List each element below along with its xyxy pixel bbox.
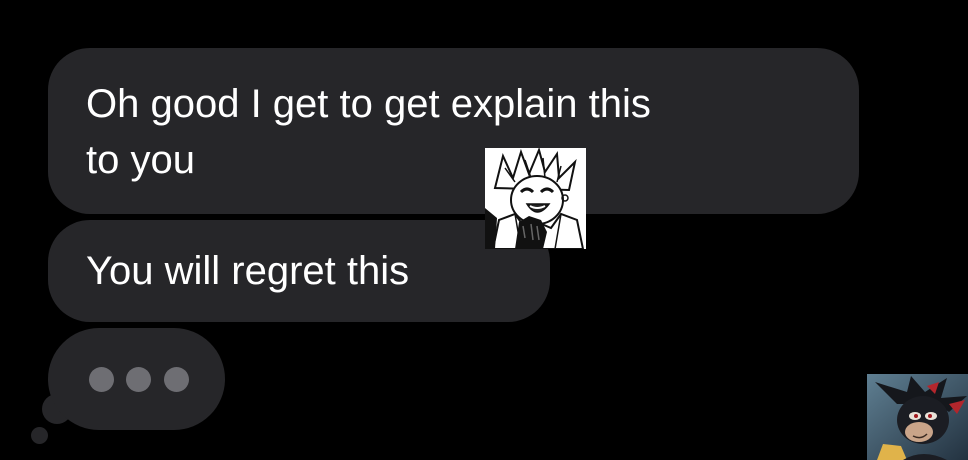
message-text-line-1: Oh good I get to get explain this <box>86 82 651 126</box>
typing-dot <box>89 367 114 392</box>
manga-character-icon <box>485 148 586 249</box>
typing-dot <box>126 367 151 392</box>
typing-dot <box>164 367 189 392</box>
message-bubble[interactable]: You will regret this <box>48 220 550 322</box>
message-bubble[interactable]: Oh good I get to get explain this to you <box>48 48 859 214</box>
manga-character-sticker[interactable] <box>485 148 586 249</box>
contact-avatar-icon <box>867 374 968 460</box>
message-text-line-2: to you <box>86 138 195 182</box>
message-text: You will regret this <box>86 249 410 293</box>
contact-avatar[interactable] <box>867 374 968 460</box>
typing-tail-small <box>31 427 48 444</box>
